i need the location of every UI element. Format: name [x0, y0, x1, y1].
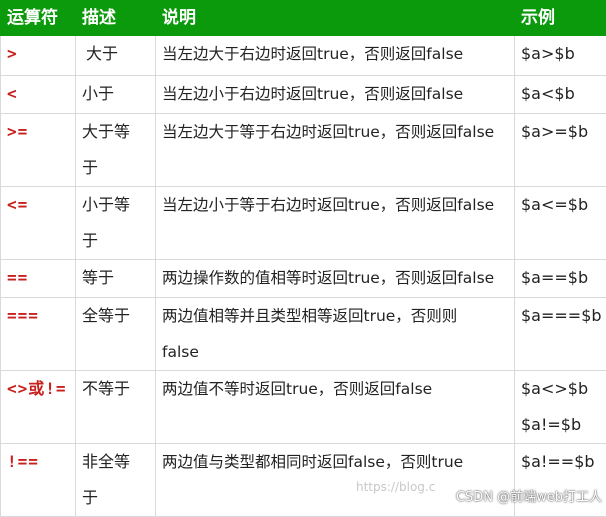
explanation-cell: 两边操作数的值相等时返回true，否则返回false: [156, 260, 515, 298]
description-line: 等于: [82, 260, 149, 296]
description-cell: 非全等 于: [76, 444, 156, 517]
operator-cell: >=: [1, 114, 76, 187]
explanation-cell: 两边值相等并且类型相等返回true，否则则 false: [156, 298, 515, 371]
explanation-line: 当左边小于右边时返回true，否则返回false: [162, 76, 508, 112]
operator-cell: ===: [1, 298, 76, 371]
table-row: > 大于 当左边大于右边时返回true，否则返回false $a>$b: [1, 36, 606, 76]
example-cell: $a!==$b: [515, 444, 606, 517]
faint-url-watermark: https://blog.c: [356, 480, 435, 494]
table-row: == 等于 两边操作数的值相等时返回true，否则返回false $a==$b: [1, 260, 606, 298]
description-line: 全等于: [82, 298, 149, 334]
header-explanation: 说明: [156, 1, 515, 36]
explanation-cell: 当左边小于等于右边时返回true，否则返回false: [156, 187, 515, 260]
description-line: 于: [82, 223, 149, 259]
header-operator: 运算符: [1, 1, 76, 36]
explanation-cell: 当左边小于右边时返回true，否则返回false: [156, 76, 515, 114]
csdn-watermark: CSDN @前端web打工人: [456, 486, 602, 505]
example-line: $a<>$b: [521, 371, 600, 407]
example-cell: $a<=$b: [515, 187, 606, 260]
explanation-cell: 两边值与类型都相同时返回false，否则true: [156, 444, 515, 517]
description-line: 小于等: [82, 187, 149, 223]
description-cell: 小于: [76, 76, 156, 114]
description-line: 非全等: [82, 444, 149, 480]
example-cell: $a<>$b $a!=$b: [515, 371, 606, 444]
header-description: 描述: [76, 1, 156, 36]
description-cell: 全等于: [76, 298, 156, 371]
operator-cell: <: [1, 76, 76, 114]
explanation-cell: 当左边大于等于右边时返回true，否则返回false: [156, 114, 515, 187]
operator-cell: !==: [1, 444, 76, 517]
explanation-cell: 两边值不等时返回true，否则返回false: [156, 371, 515, 444]
table-row: < 小于 当左边小于右边时返回true，否则返回false $a<$b: [1, 76, 606, 114]
description-line: 不等于: [82, 371, 149, 407]
example-line: $a!=$b: [521, 407, 600, 443]
table-header-row: 运算符 描述 说明 示例: [1, 1, 606, 36]
description-cell: 小于等 于: [76, 187, 156, 260]
table-row: === 全等于 两边值相等并且类型相等返回true，否则则 false $a==…: [1, 298, 606, 371]
table-row: !== 非全等 于 两边值与类型都相同时返回false，否则true $a!==…: [1, 444, 606, 517]
explanation-line: 当左边小于等于右边时返回true，否则返回false: [162, 187, 508, 223]
description-line: 于: [82, 480, 149, 516]
description-line: 于: [82, 150, 149, 186]
example-line: $a!==$b: [521, 444, 600, 480]
example-cell: $a==$b: [515, 260, 606, 298]
description-line: 小于: [82, 76, 149, 112]
explanation-line: 两边操作数的值相等时返回true，否则返回false: [162, 260, 508, 296]
operator-cell: >: [1, 36, 76, 76]
description-cell: 不等于: [76, 371, 156, 444]
example-cell: $a===$b: [515, 298, 606, 371]
example-line: $a==$b: [521, 260, 600, 296]
operator-cell: ==: [1, 260, 76, 298]
explanation-line: 当左边大于右边时返回true，否则返回false: [162, 36, 508, 72]
operator-table: 运算符 描述 说明 示例 > 大于 当左边大于右边时返回true，否则返回fal…: [0, 0, 606, 517]
example-line: $a===$b: [521, 298, 600, 334]
table-row: >= 大于等 于 当左边大于等于右边时返回true，否则返回false $a>=…: [1, 114, 606, 187]
operator-cell: <=: [1, 187, 76, 260]
explanation-line: 两边值不等时返回true，否则返回false: [162, 371, 508, 407]
example-line: $a<$b: [521, 76, 600, 112]
header-example: 示例: [515, 1, 606, 36]
operator-cell: <>或!=: [1, 371, 76, 444]
description-line: 大于等: [82, 114, 149, 150]
description-cell: 大于: [76, 36, 156, 76]
description-cell: 等于: [76, 260, 156, 298]
table-row: <= 小于等 于 当左边小于等于右边时返回true，否则返回false $a<=…: [1, 187, 606, 260]
explanation-line: 两边值与类型都相同时返回false，否则true: [162, 444, 508, 480]
explanation-cell: 当左边大于右边时返回true，否则返回false: [156, 36, 515, 76]
example-cell: $a>=$b: [515, 114, 606, 187]
description-cell: 大于等 于: [76, 114, 156, 187]
example-line: $a<=$b: [521, 187, 600, 223]
explanation-line: 当左边大于等于右边时返回true，否则返回false: [162, 114, 508, 150]
explanation-line: false: [162, 334, 508, 370]
example-cell: $a<$b: [515, 76, 606, 114]
example-line: $a>=$b: [521, 114, 600, 150]
example-cell: $a>$b: [515, 36, 606, 76]
example-line: $a>$b: [521, 36, 600, 72]
description-line: 大于: [82, 36, 149, 72]
explanation-line: 两边值相等并且类型相等返回true，否则则: [162, 298, 508, 334]
table-row: <>或!= 不等于 两边值不等时返回true，否则返回false $a<>$b …: [1, 371, 606, 444]
